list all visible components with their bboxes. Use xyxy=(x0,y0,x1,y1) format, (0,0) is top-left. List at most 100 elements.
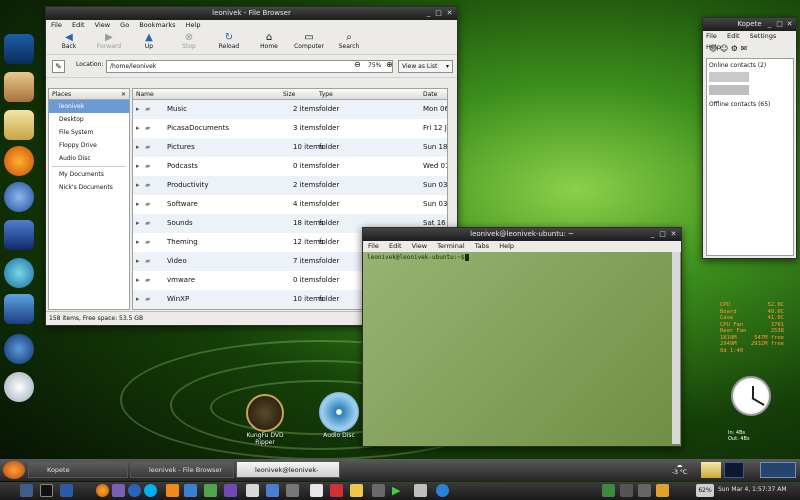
folder-icon[interactable] xyxy=(701,462,721,478)
media-icon[interactable] xyxy=(184,484,197,497)
minimize-icon[interactable]: _ xyxy=(765,20,774,29)
minimize-icon[interactable]: _ xyxy=(424,9,433,18)
place-nicks-documents[interactable]: Nick's Documents xyxy=(49,181,129,194)
close-icon[interactable]: ✕ xyxy=(445,9,454,18)
desktop-icon-audio-disc[interactable]: Audio Disc xyxy=(313,392,365,439)
firefox-icon[interactable] xyxy=(96,484,109,497)
monitor-icon[interactable] xyxy=(4,34,34,64)
terminal-scrollbar[interactable] xyxy=(672,252,680,444)
terminal-menu-view[interactable]: View xyxy=(412,242,427,250)
thunderbird-icon[interactable] xyxy=(4,182,34,212)
internet-explorer-icon[interactable] xyxy=(436,484,449,497)
zoom-out-icon[interactable]: ⊖ xyxy=(354,60,361,69)
offline-contacts-header[interactable]: Offline contacts (65) xyxy=(707,98,793,108)
file-row[interactable]: ▸ ▰ Software 4 itemsfolder Sun 03 D xyxy=(133,195,447,214)
file-row[interactable]: ▸ ▰ Podcasts 0 itemsfolder Wed 01 I xyxy=(133,157,447,176)
forward-button[interactable]: ▶ Forward xyxy=(89,31,129,50)
maximize-icon[interactable]: □ xyxy=(658,230,667,239)
desktop-pager[interactable] xyxy=(760,462,796,478)
desktop-icon-dvd-ripper[interactable]: KungFu DVD Ripper xyxy=(236,394,294,446)
spreadsheet-icon[interactable] xyxy=(246,484,259,497)
menu-go[interactable]: Go xyxy=(120,21,129,29)
maximize-icon[interactable]: □ xyxy=(775,20,784,29)
photo-icon[interactable] xyxy=(204,484,217,497)
location-input[interactable]: /home/leonivek xyxy=(106,60,393,73)
text-editor-icon[interactable] xyxy=(310,484,323,497)
weather-widget[interactable]: ☁ -3 °C xyxy=(672,462,687,476)
play-icon[interactable]: ▶ xyxy=(392,484,405,497)
document-icon[interactable] xyxy=(224,484,237,497)
close-icon[interactable]: ✕ xyxy=(785,20,794,29)
ubuntu-menu-icon[interactable] xyxy=(3,461,25,479)
terminal-menu-tabs[interactable]: Tabs xyxy=(475,242,489,250)
view-mode-select[interactable]: View as List ▾ xyxy=(398,60,453,73)
plane-icon[interactable] xyxy=(286,484,299,497)
status-icon[interactable]: ☺ xyxy=(720,44,728,53)
task-terminal[interactable]: leonivek@leonivek-ubuntu: ~ xyxy=(236,461,340,491)
rss-icon[interactable] xyxy=(166,484,179,497)
file-row[interactable]: ▸ ▰ PicasaDocuments 3 itemsfolder Fri 12 Ja xyxy=(133,119,447,138)
game-icon[interactable] xyxy=(330,484,343,497)
place-home[interactable]: leonivek xyxy=(49,100,129,113)
terminal-output[interactable]: leonivek@leonivek-ubuntu:~$ xyxy=(365,252,671,444)
place-my-documents[interactable]: My Documents xyxy=(49,168,129,181)
file-row[interactable]: ▸ ▰ Productivity 2 itemsfolder Sun 03 D xyxy=(133,176,447,195)
task-file-browser[interactable]: leonivek - File Browser xyxy=(130,461,234,478)
window-titlebar[interactable]: leonivek - File Browser _ □ ✕ xyxy=(46,7,457,20)
thunderbird-icon[interactable] xyxy=(128,484,141,497)
computer-button[interactable]: ▭ Computer xyxy=(289,31,329,50)
network-icon[interactable] xyxy=(4,258,34,288)
place-audio-disc[interactable]: Audio Disc xyxy=(49,152,129,165)
up-button[interactable]: ▲ Up xyxy=(129,31,169,50)
contact-avatar[interactable] xyxy=(709,72,749,82)
show-desktop-icon[interactable] xyxy=(20,484,33,497)
folder-icon[interactable] xyxy=(4,110,34,140)
network-icon[interactable] xyxy=(620,484,633,497)
stop-button[interactable]: ⊗ Stop xyxy=(169,31,209,50)
menu-edit[interactable]: Edit xyxy=(72,21,85,29)
close-icon[interactable]: ✕ xyxy=(669,230,678,239)
edit-location-icon[interactable]: ✎ xyxy=(52,60,65,73)
close-icon[interactable]: ✕ xyxy=(121,89,126,100)
phone-icon[interactable] xyxy=(372,484,385,497)
kopete-menu-edit[interactable]: Edit xyxy=(727,32,740,40)
terminal-icon[interactable] xyxy=(40,484,53,497)
add-contact-icon[interactable]: ☺ xyxy=(709,44,717,53)
system-tray-icon[interactable] xyxy=(602,484,615,497)
terminal-menu-file[interactable]: File xyxy=(368,242,379,250)
firefox-icon[interactable] xyxy=(4,146,34,176)
back-button[interactable]: ◀ Back xyxy=(49,31,89,50)
place-file-system[interactable]: File System xyxy=(49,126,129,139)
audio-player-icon[interactable] xyxy=(4,220,34,250)
terminal-menu-terminal[interactable]: Terminal xyxy=(437,242,464,250)
column-name[interactable]: Name xyxy=(136,89,154,100)
terminal-menu-help[interactable]: Help xyxy=(499,242,514,250)
maximize-icon[interactable]: □ xyxy=(434,9,443,18)
search-button[interactable]: ⌕ Search xyxy=(329,31,369,50)
menu-view[interactable]: View xyxy=(95,21,110,29)
home-button[interactable]: ⌂ Home xyxy=(249,31,289,50)
taskbar-clock[interactable]: Sun Mar 4, 1:57:37 AM xyxy=(718,486,787,493)
zoom-in-icon[interactable]: ⊕ xyxy=(386,60,393,69)
terminal-menu-edit[interactable]: Edit xyxy=(389,242,402,250)
minimize-icon[interactable]: _ xyxy=(648,230,657,239)
chat-icon[interactable] xyxy=(350,484,363,497)
volume-icon[interactable] xyxy=(638,484,651,497)
recording-icon[interactable] xyxy=(414,484,427,497)
place-floppy[interactable]: Floppy Drive xyxy=(49,139,129,152)
desktop-switcher-icon[interactable] xyxy=(4,294,34,324)
battery-icon[interactable]: 62% xyxy=(696,484,714,497)
task-kopete[interactable]: Kopete xyxy=(28,461,128,478)
settings-icon[interactable]: ⚙ xyxy=(731,44,738,53)
menu-bookmarks[interactable]: Bookmarks xyxy=(139,21,175,29)
file-row[interactable]: ▸ ▰ Music 2 items folder Mon 06 xyxy=(133,100,447,119)
update-icon[interactable] xyxy=(656,484,669,497)
file-row[interactable]: ▸▰Pictures10 itemsfolderSun 18 F xyxy=(133,138,447,157)
chat-icon[interactable]: ✉ xyxy=(741,44,748,53)
place-desktop[interactable]: Desktop xyxy=(49,113,129,126)
places-header[interactable]: Places ✕ xyxy=(49,89,129,100)
reload-button[interactable]: ↻ Reload xyxy=(209,31,249,50)
column-type[interactable]: Type xyxy=(319,89,333,100)
disc-icon[interactable] xyxy=(4,372,34,402)
skype-icon[interactable] xyxy=(144,484,157,497)
